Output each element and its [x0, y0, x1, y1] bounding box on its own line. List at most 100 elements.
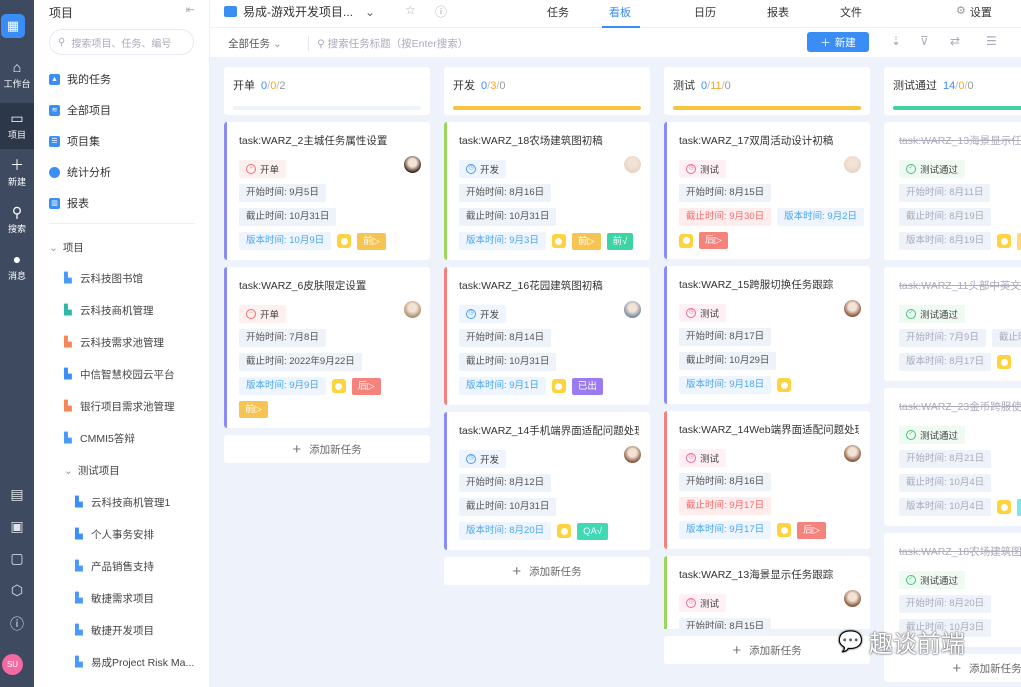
- search-placeholder: 搜索项目、任务、编号: [71, 38, 172, 50]
- status-badge: ◷ 测试: [679, 594, 727, 612]
- sidebar-item-project-sets[interactable]: ☰ 项目集: [49, 133, 100, 149]
- task-filter-dropdown[interactable]: 全部任务 ⌄: [228, 36, 282, 51]
- task-card[interactable]: task:WARZ_6皮肤限定设置 − 开单 开始时间: 7月8日 截止时间: 2022…: [224, 267, 430, 428]
- card-row: 开始时间: 9月5日: [239, 184, 419, 202]
- sort-icon[interactable]: ⇣: [891, 34, 901, 48]
- assignee-avatar[interactable]: [844, 300, 861, 317]
- user-avatar[interactable]: SU: [2, 654, 23, 675]
- status-label: 测试: [700, 165, 720, 176]
- assignee-avatar[interactable]: [404, 301, 421, 318]
- task-search-input[interactable]: ⚲ 搜索任务标题（按Enter搜索）: [308, 36, 468, 51]
- task-card[interactable]: task:WARZ_14Web端界面适配问题处理 ◷ 测试 开始时间: 8月16日 截止…: [664, 411, 870, 549]
- task-title[interactable]: task:WARZ_14Web端界面适配问题处理: [679, 422, 859, 437]
- rail-item-search[interactable]: ⚲ 搜索: [0, 197, 34, 243]
- task-title[interactable]: task:WARZ_17双周活动设计初稿: [679, 133, 859, 148]
- list-view-icon[interactable]: ☰: [986, 34, 997, 48]
- help-icon[interactable]: ⓘ: [0, 614, 34, 634]
- task-title[interactable]: task:WARZ_16花园建筑图初稿: [459, 278, 639, 293]
- assignee-avatar[interactable]: [844, 156, 861, 173]
- tab-board[interactable]: 看板: [609, 4, 631, 20]
- task-card[interactable]: task:WARZ_16花园建筑图初稿 ◷ 开发 开始时间: 8月14日 截止时间: 1…: [444, 267, 650, 405]
- sidebar-item-reports[interactable]: ▥ 报表: [49, 195, 89, 211]
- info-icon[interactable]: ⓘ: [435, 3, 447, 20]
- assignee-avatar[interactable]: [404, 156, 421, 173]
- task-title[interactable]: task:WARZ_13海景显示任务跟踪: [899, 133, 1021, 148]
- sidebar-project-item[interactable]: ▙ 云科技商机管理: [64, 303, 154, 318]
- calendar-icon[interactable]: ▣: [0, 518, 34, 535]
- task-title[interactable]: task:WARZ_15跨服切换任务跟踪: [679, 277, 859, 292]
- new-task-button[interactable]: ＋新建: [807, 32, 869, 52]
- tab-tasks[interactable]: 任务: [547, 4, 569, 20]
- sidebar-project-item[interactable]: ▙ 云科技需求池管理: [64, 335, 164, 350]
- task-title[interactable]: task:WARZ_18农场建筑图初稿: [899, 544, 1021, 559]
- task-card[interactable]: task:WARZ_14手机端界面适配问题处理 ◷ 开发 开始时间: 8月12日 截止时…: [444, 412, 650, 550]
- assignee-avatar[interactable]: [624, 156, 641, 173]
- cube-icon[interactable]: ⬡: [0, 582, 34, 599]
- date-field: 开始时间: 8月12日: [459, 474, 552, 492]
- plus-icon: ＋: [820, 36, 831, 49]
- sidebar-item-my-tasks[interactable]: ▲ 我的任务: [49, 71, 111, 87]
- task-card[interactable]: task:WARZ_11头部中英文对照 ✓ 测试通过开始时间: 7月9日截止时间版本…: [884, 267, 1021, 381]
- task-card[interactable]: task:WARZ_13海景显示任务跟踪◷测试开始时间: 8月15日截止时间: …: [664, 556, 870, 629]
- settings-button[interactable]: ⚙ 设置: [956, 4, 992, 20]
- app-logo-icon[interactable]: ▦: [1, 14, 25, 38]
- subgroup-toggle[interactable]: ⌄ 测试项目: [64, 463, 120, 478]
- project-switcher[interactable]: 易成-游戏开发项目... ⌄: [224, 3, 375, 20]
- sidebar-project-item[interactable]: ▙ 敏捷需求项目: [75, 591, 154, 606]
- user-icon: ▲: [49, 73, 60, 85]
- sidebar-project-item[interactable]: ▙ 中信智慧校园云平台: [64, 367, 175, 382]
- date-field: 开始时间: 7月8日: [239, 329, 326, 347]
- rail-item-workbench[interactable]: ⌂ 工作台: [0, 52, 34, 98]
- sidebar-project-item[interactable]: ▙ 银行项目需求池管理: [64, 399, 175, 414]
- task-card[interactable]: task:WARZ_18农场建筑图初稿 ◷ 开发 开始时间: 8月16日 截止时间: 1…: [444, 122, 650, 260]
- filter-label: 全部任务: [228, 38, 270, 50]
- sidebar-project-item[interactable]: ▙ 个人事务安排: [75, 527, 154, 542]
- rail-item-projects[interactable]: ▭ 项目: [0, 103, 34, 149]
- folder-icon[interactable]: ▢: [0, 550, 34, 567]
- sidebar-project-item[interactable]: ▙ 产品销售支持: [75, 559, 154, 574]
- sidebar-project-item[interactable]: ▙ 云科技商机管理1: [75, 495, 170, 510]
- assignee-avatar[interactable]: [624, 301, 641, 318]
- task-title[interactable]: task:WARZ_23金币跨服使用: [899, 399, 1021, 414]
- board-toolbar: 全部任务 ⌄ ⚲ 搜索任务标题（按Enter搜索） ＋新建 ⇣ ⊽ ⇄ ☰: [210, 28, 1021, 57]
- sidebar-item-statistics[interactable]: 统计分析: [49, 164, 111, 180]
- task-title[interactable]: task:WARZ_6皮肤限定设置: [239, 278, 419, 293]
- sidebar-project-item[interactable]: ▙ 云科技图书馆: [64, 271, 143, 286]
- rail-item-new[interactable]: ＋ 新建: [0, 150, 34, 196]
- task-title[interactable]: task:WARZ_18农场建筑图初稿: [459, 133, 639, 148]
- timesheet-icon[interactable]: ▤: [0, 486, 34, 503]
- list-icon: ☰: [49, 135, 60, 147]
- swap-icon[interactable]: ⇄: [950, 34, 960, 48]
- sidebar-search-input[interactable]: ⚲ 搜索项目、任务、编号: [49, 29, 194, 55]
- assignee-avatar[interactable]: [844, 590, 861, 607]
- status-badge: − 开单: [239, 160, 287, 178]
- sidebar-project-item[interactable]: ▙ 敏捷开发项目: [75, 623, 154, 638]
- task-card[interactable]: task:WARZ_2主城任务属性设置 − 开单 开始时间: 9月5日 截止时间: 10…: [224, 122, 430, 260]
- task-title[interactable]: task:WARZ_11头部中英文对照: [899, 278, 1021, 293]
- task-title[interactable]: task:WARZ_2主城任务属性设置: [239, 133, 419, 148]
- sidebar-project-item[interactable]: ▙ CMMI5答辩: [64, 431, 135, 446]
- collapse-sidebar-icon[interactable]: ⇤: [186, 3, 195, 16]
- task-card[interactable]: task:WARZ_13海景显示任务跟踪 ✓ 测试通过开始时间: 8月11日截止时间…: [884, 122, 1021, 260]
- rail-item-messages[interactable]: ● 消息: [0, 244, 34, 290]
- star-icon[interactable]: ☆: [405, 3, 416, 17]
- assignee-avatar[interactable]: [844, 445, 861, 462]
- task-title[interactable]: task:WARZ_14手机端界面适配问题处理: [459, 423, 639, 438]
- sidebar-project-item[interactable]: ▙ 易成Project Risk Ma...: [75, 655, 194, 670]
- tab-calendar[interactable]: 日历: [694, 4, 716, 20]
- add-task-button[interactable]: + 添加新任务: [224, 435, 430, 463]
- task-card[interactable]: task:WARZ_17双周活动设计初稿 ◷ 测试 开始时间: 8月15日 截止时间: …: [664, 122, 870, 259]
- add-task-button[interactable]: + 添加新任务: [444, 557, 650, 585]
- tab-files[interactable]: 文件: [840, 4, 862, 20]
- task-card[interactable]: task:WARZ_23金币跨服使用 ✓ 测试通过 开始时间: 8月21日 截止时间: …: [884, 388, 1021, 526]
- tab-reports[interactable]: 报表: [767, 4, 789, 20]
- project-icon: ▙: [75, 657, 83, 668]
- task-title[interactable]: task:WARZ_13海景显示任务跟踪: [679, 567, 859, 582]
- sidebar-item-all-projects[interactable]: ≋ 全部项目: [49, 102, 111, 118]
- assignee-avatar[interactable]: [624, 446, 641, 463]
- filter-icon[interactable]: ⊽: [920, 34, 929, 48]
- project-group-toggle[interactable]: ⌄ 项目: [49, 240, 84, 255]
- nav-label: 我的任务: [67, 74, 111, 86]
- chevron-down-icon: ⌄: [272, 38, 282, 50]
- task-card[interactable]: task:WARZ_15跨服切换任务跟踪 ◷ 测试 开始时间: 8月17日 截止时间: …: [664, 266, 870, 404]
